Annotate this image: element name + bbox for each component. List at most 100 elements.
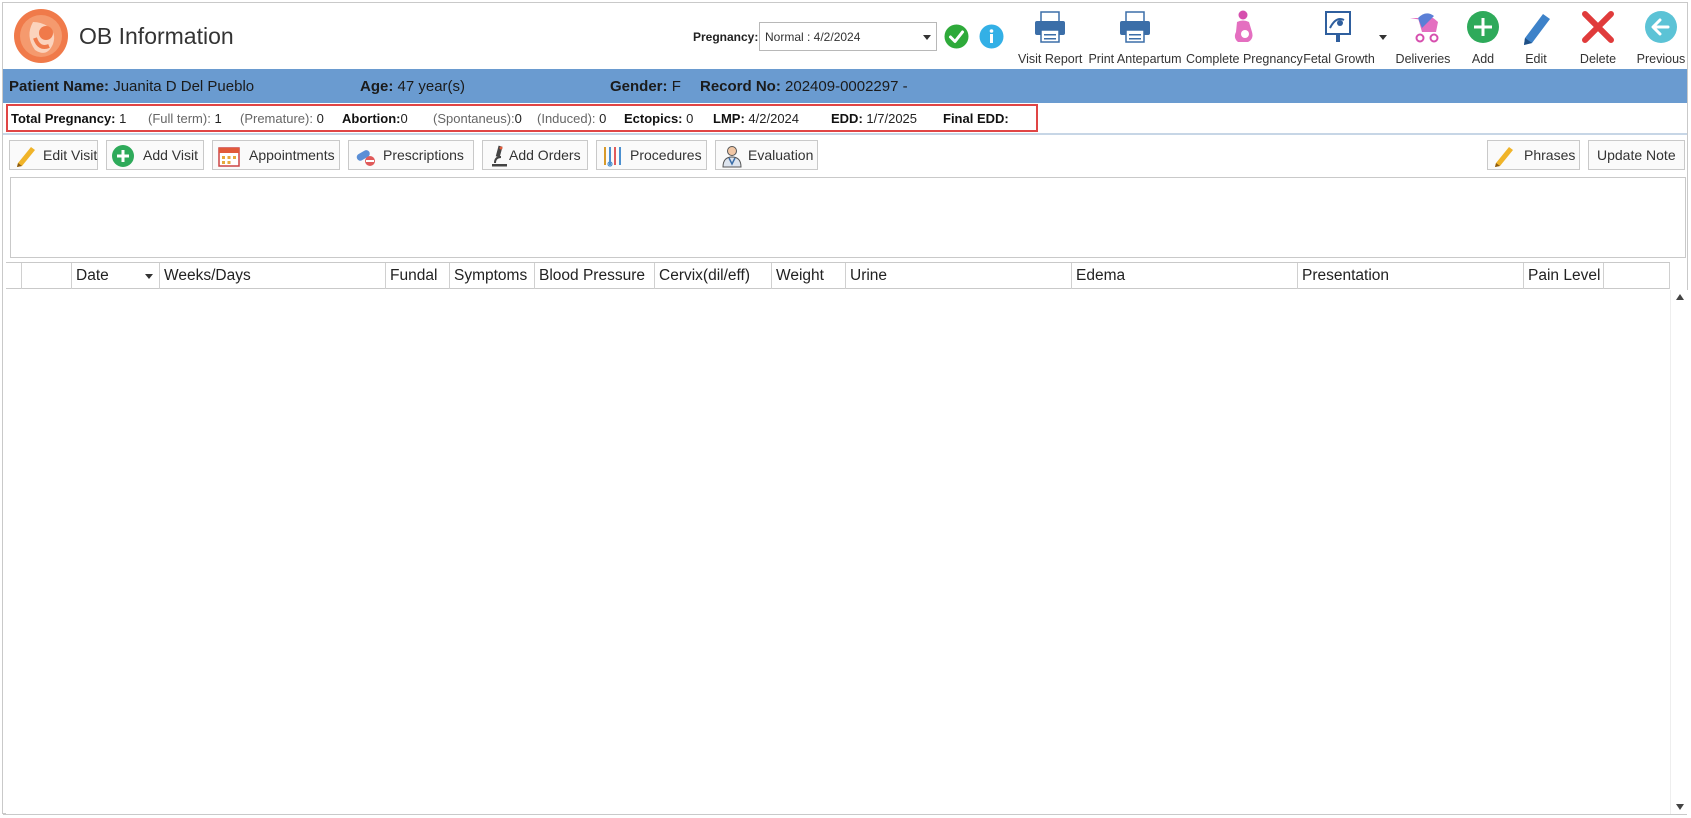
complete-pregnancy-button[interactable]: Complete Pregnancy (1186, 5, 1303, 67)
full-term: (Full term): 1 (148, 111, 222, 126)
patient-record: Record No: 202409-0002297 - (700, 78, 908, 95)
column-pain-level-label: Pain Level (1528, 267, 1601, 284)
deliveries-label: Deliveries (1395, 52, 1451, 66)
patient-age-value: 47 year(s) (397, 78, 466, 95)
deliveries-button[interactable]: Deliveries (1395, 5, 1451, 67)
column-extra (1604, 263, 1670, 289)
delete-button[interactable]: Delete (1571, 5, 1625, 67)
scroll-up-icon[interactable] (1676, 294, 1684, 300)
add-visit-button[interactable]: Add Visit (106, 140, 204, 170)
column-blood-pressure-label: Blood Pressure (539, 267, 645, 284)
visits-grid-body[interactable] (6, 290, 1670, 814)
previous-button[interactable]: Previous (1633, 5, 1689, 67)
prescriptions-button[interactable]: Prescriptions (348, 140, 474, 170)
plus-icon (1467, 11, 1499, 43)
final-edd: Final EDD: (943, 111, 1009, 126)
doctor-icon (722, 146, 742, 168)
column-fundal-label: Fundal (390, 267, 438, 284)
procedures-button[interactable]: Procedures (596, 140, 707, 170)
full-term-label: (Full term): (148, 111, 211, 126)
add-orders-label: Add Orders (509, 147, 581, 163)
printer-icon (1035, 11, 1065, 43)
phrases-button[interactable]: Phrases (1487, 140, 1580, 170)
column-urine[interactable]: Urine (846, 263, 1072, 289)
row-indicator-column (6, 263, 22, 289)
scroll-down-icon[interactable] (1676, 804, 1684, 810)
patient-record-label: Record No: (700, 78, 781, 95)
premature-label: (Premature): (240, 111, 313, 126)
patient-gender-value: F (671, 78, 681, 95)
spontaneus-label: (Spontaneus): (433, 111, 515, 126)
column-fundal[interactable]: Fundal (386, 263, 450, 289)
total-pregnancy-label: Total Pregnancy: (11, 111, 116, 126)
pregnancy-selected-value: Normal : 4/2/2024 (765, 30, 861, 44)
patient-record-value: 202409-0002297 - (785, 78, 908, 95)
ectopics: Ectopics: 0 (624, 111, 693, 126)
full-term-value: 1 (214, 111, 222, 126)
check-icon[interactable] (944, 24, 969, 49)
patient-gender: Gender: F (610, 78, 681, 95)
procedures-label: Procedures (630, 147, 702, 163)
delete-label: Delete (1579, 52, 1617, 66)
column-edema[interactable]: Edema (1072, 263, 1298, 289)
visit-report-label: Visit Report (1018, 52, 1083, 66)
ectopics-label: Ectopics: (624, 111, 683, 126)
edd-value: 1/7/2025 (866, 111, 918, 126)
column-weight[interactable]: Weight (772, 263, 846, 289)
column-presentation-label: Presentation (1302, 267, 1390, 284)
chevron-down-icon (923, 35, 931, 40)
pregnancy-select[interactable]: Normal : 4/2/2024 (759, 22, 937, 51)
appointments-label: Appointments (249, 147, 335, 163)
edd: EDD: 1/7/2025 (831, 111, 917, 126)
column-blood-pressure[interactable]: Blood Pressure (535, 263, 655, 289)
spontaneus-value: 0 (514, 111, 522, 126)
patient-info-bar: Patient Name: Juanita D Del Pueblo Age: … (3, 69, 1687, 103)
app-window: OB Information Pregnancy: Normal : 4/2/2… (2, 2, 1689, 815)
add-button[interactable]: Add (1458, 5, 1508, 67)
patient-name-label: Patient Name: (9, 78, 110, 95)
lmp-label: LMP: (713, 111, 745, 126)
pencil-icon (17, 147, 35, 167)
info-icon[interactable] (979, 24, 1004, 49)
premature: (Premature): 0 (240, 111, 324, 126)
calendar-icon (218, 147, 240, 167)
visit-report-button[interactable]: Visit Report (1018, 5, 1082, 67)
column-date-label: Date (76, 267, 109, 284)
induced-value: 0 (599, 111, 607, 126)
pills-icon (356, 150, 375, 166)
column-presentation[interactable]: Presentation (1298, 263, 1524, 289)
appointments-button[interactable]: Appointments (212, 140, 340, 170)
stroller-icon (1410, 13, 1439, 43)
column-date[interactable]: Date (72, 263, 160, 289)
add-orders-button[interactable]: Add Orders (482, 140, 588, 170)
fetal-growth-dropdown-icon[interactable] (1379, 35, 1387, 40)
fetal-growth-button[interactable]: Fetal Growth (1301, 5, 1377, 67)
print-antepartum-label: Print Antepartum (1088, 52, 1182, 66)
column-pain-level[interactable]: Pain Level (1524, 263, 1604, 289)
chevron-down-icon (145, 274, 153, 279)
update-note-button[interactable]: Update Note (1588, 140, 1685, 170)
column-urine-label: Urine (850, 267, 888, 284)
pregnancy-summary: Total Pregnancy: 1 (Full term): 1 (Prema… (6, 104, 1038, 132)
spontaneus: (Spontaneus):0 (433, 111, 522, 126)
note-textarea[interactable] (10, 177, 1686, 258)
instruments-icon (604, 147, 621, 167)
column-weeks-days[interactable]: Weeks/Days (160, 263, 386, 289)
fetal-growth-icon (1325, 11, 1351, 42)
ectopics-value: 0 (686, 111, 694, 126)
column-cervix[interactable]: Cervix(dil/eff) (655, 263, 772, 289)
print-antepartum-button[interactable]: Print Antepartum (1086, 5, 1184, 67)
add-label: Add (1471, 52, 1495, 66)
edit-button[interactable]: Edit (1511, 5, 1561, 67)
total-pregnancy-value: 1 (119, 111, 127, 126)
patient-gender-label: Gender: (610, 78, 668, 95)
evaluation-button[interactable]: Evaluation (715, 140, 818, 170)
column-cervix-label: Cervix(dil/eff) (659, 267, 751, 284)
edit-visit-button[interactable]: Edit Visit (9, 140, 98, 170)
grid-scrollbar[interactable] (1670, 290, 1689, 814)
lmp-value: 4/2/2024 (748, 111, 800, 126)
induced: (Induced): 0 (537, 111, 606, 126)
column-symptoms[interactable]: Symptoms (450, 263, 535, 289)
patient-age-label: Age: (360, 78, 394, 95)
add-visit-label: Add Visit (143, 147, 198, 163)
